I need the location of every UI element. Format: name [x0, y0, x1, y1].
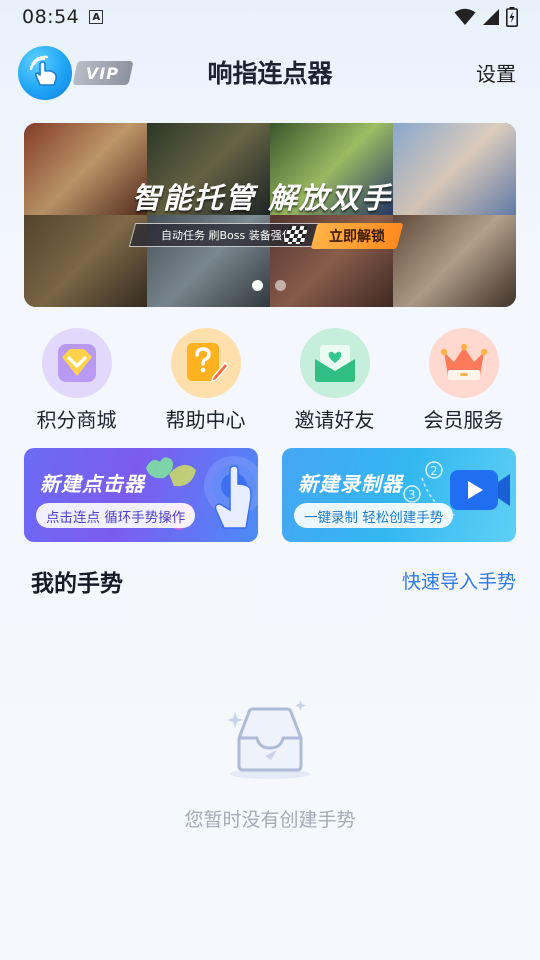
notification-icon: A	[89, 10, 104, 24]
points-mall-button[interactable]: 积分商城	[12, 328, 141, 438]
empty-inbox-icon	[227, 700, 310, 779]
banner-pagination	[252, 280, 286, 291]
help-center-button[interactable]: 帮助中心	[141, 328, 270, 438]
crown-icon	[440, 343, 487, 380]
unlock-now-label: 立即解锁	[329, 229, 385, 245]
unlock-now-button[interactable]: 立即解锁	[310, 223, 404, 249]
pagination-dot[interactable]	[275, 280, 286, 291]
invite-friends-label: 邀请好友	[294, 408, 375, 432]
new-recorder-subtitle: 一键录制 轻松创建手势	[294, 503, 454, 528]
svg-text:3: 3	[408, 488, 416, 502]
status-bar: 08:54 A	[0, 0, 540, 34]
membership-service-button[interactable]: 会员服务	[399, 328, 528, 438]
new-clicker-title: 新建点击器	[40, 472, 145, 496]
invite-friends-button[interactable]: 邀请好友	[270, 328, 399, 438]
points-mall-label: 积分商城	[36, 408, 117, 432]
status-icons	[454, 7, 518, 27]
new-clicker-card[interactable]: 新建点击器 点击连点 循环手势操作	[24, 448, 258, 542]
my-gestures-title: 我的手势	[31, 571, 123, 597]
membership-service-label: 会员服务	[423, 408, 504, 432]
cellular-signal-icon	[483, 9, 499, 25]
diamond-icon	[57, 344, 96, 382]
new-clicker-subtitle: 点击连点 循环手势操作	[36, 503, 196, 528]
quick-action-icon-bg	[299, 328, 370, 398]
quick-actions: 积分商城 帮助中心 邀请好友 会员服务	[12, 328, 528, 438]
new-recorder-title: 新建录制器	[298, 472, 403, 496]
quick-action-icon-bg	[428, 328, 499, 398]
empty-state-message: 您暂时没有创建手势	[184, 809, 356, 831]
help-icon	[186, 343, 229, 382]
wifi-icon	[454, 8, 476, 25]
svg-text:2: 2	[430, 464, 438, 478]
quick-action-icon-bg	[41, 328, 112, 398]
quick-import-gestures-link[interactable]: 快速导入手势	[402, 567, 516, 594]
app-header: VIP 响指连点器 设置	[0, 40, 540, 104]
help-center-label: 帮助中心	[165, 408, 246, 432]
banner-tagline-text: 自动任务 刷Boss 装备强化	[161, 229, 293, 242]
new-recorder-card[interactable]: 2 3 新建录制器 一键录制 轻松创建手势	[282, 448, 516, 542]
status-time: 08:54	[22, 6, 80, 28]
app-screen: 08:54 A VIP 响指连点器 设置 智能托管 解放双手 自动任务 刷Bos…	[0, 0, 540, 960]
settings-button[interactable]: 设置	[476, 58, 516, 87]
page-title: 响指连点器	[207, 59, 333, 88]
quick-action-icon-bg	[170, 328, 241, 398]
pagination-dot-active[interactable]	[252, 280, 263, 291]
battery-charging-icon	[506, 7, 518, 27]
heart-envelope-icon	[314, 345, 355, 382]
banner-headline: 智能托管 解放双手	[132, 181, 393, 215]
promo-banner[interactable]: 智能托管 解放双手 自动任务 刷Boss 装备强化 立即解锁	[24, 123, 516, 307]
